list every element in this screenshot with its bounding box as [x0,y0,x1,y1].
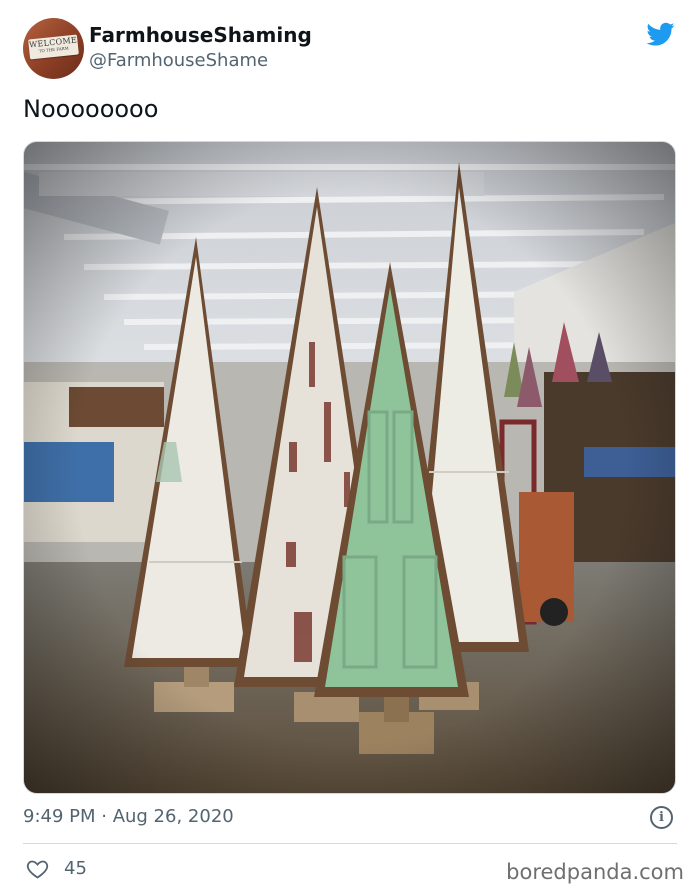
avatar[interactable]: WELCOME TO THE FARM [23,18,84,79]
divider [23,843,677,844]
heart-icon[interactable] [25,857,50,881]
source-watermark: boredpanda.com [506,860,684,884]
avatar-sign: WELCOME TO THE FARM [28,34,79,60]
user-handle[interactable]: @FarmhouseShame [89,50,268,71]
tweet-text: Noooooooo [23,95,159,123]
tweet-photo[interactable] [23,141,676,794]
display-name[interactable]: FarmhouseShaming [89,23,312,47]
tweet-timestamp[interactable]: 9:49 PM · Aug 26, 2020 [23,806,234,827]
twitter-bird-icon[interactable] [645,20,677,48]
tweet-card: WELCOME TO THE FARM FarmhouseShaming @Fa… [0,0,700,896]
like-count: 45 [64,858,87,879]
photo-illustration [24,142,675,793]
info-icon[interactable]: i [650,806,673,829]
